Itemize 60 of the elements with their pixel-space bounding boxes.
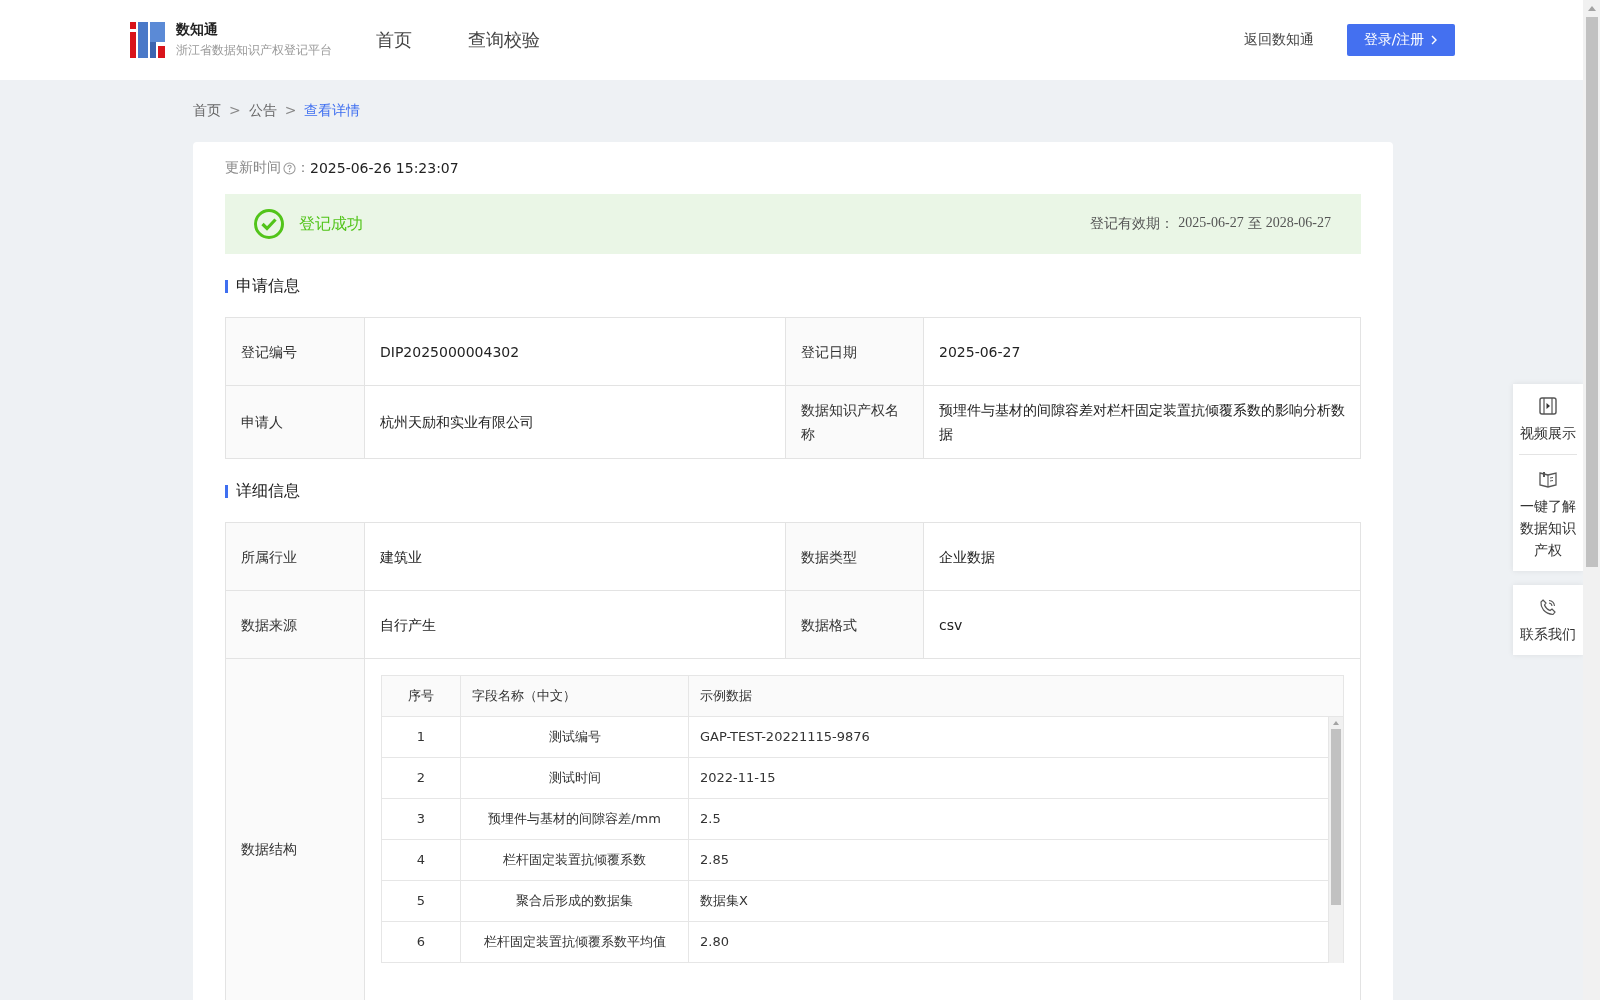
table-cell: 测试时间 [461, 758, 689, 798]
table-cell: 2 [382, 758, 461, 798]
field-label: 数据格式 [786, 591, 924, 659]
section-title: 详细信息 [236, 481, 300, 502]
update-label: 更新时间 [225, 159, 281, 177]
field-value: 企业数据 [924, 523, 1361, 591]
validity-label: 登记有效期： [1090, 215, 1175, 233]
phone-icon [1538, 597, 1558, 617]
side-link[interactable]: 联系我们 [1518, 623, 1578, 645]
film-icon [1538, 396, 1558, 416]
nav-link[interactable]: 查询校验 [468, 28, 540, 52]
login-button[interactable]: 登录/注册 [1347, 24, 1455, 56]
table-cell: 栏杆固定装置抗倾覆系数 [461, 840, 689, 880]
logo-title: 数知通 [176, 21, 219, 39]
logo-subtitle: 浙江省数据知识产权登记平台 [176, 42, 332, 59]
table-cell: 聚合后形成的数据集 [461, 881, 689, 921]
back-link[interactable]: 返回数知通 [1244, 31, 1314, 49]
section-title: 申请信息 [236, 276, 300, 297]
field-label: 所属行业 [226, 523, 365, 591]
table-cell: 栏杆固定装置抗倾覆系数平均值 [461, 922, 689, 962]
book-icon [1538, 469, 1558, 489]
table-cell: 6 [382, 922, 461, 962]
to-label: 至 [1247, 215, 1262, 233]
column-header: 序号 [382, 676, 461, 716]
end-date: 2028-06-27 [1265, 215, 1331, 232]
field-label: 数据类型 [786, 523, 924, 591]
help-icon [283, 161, 296, 175]
breadcrumb-link[interactable]: 首页 [193, 102, 221, 120]
table-cell: 3 [382, 799, 461, 839]
logo-icon [130, 22, 166, 58]
nav-link[interactable]: 首页 [376, 28, 412, 52]
table-cell: 4 [382, 840, 461, 880]
check-circle-icon [253, 208, 285, 240]
column-header: 字段名称（中文） [461, 676, 689, 716]
table-cell: 5 [382, 881, 461, 921]
start-date: 2025-06-27 [1178, 215, 1244, 232]
field-label: 数据来源 [226, 591, 365, 659]
field-value: csv [924, 591, 1361, 659]
column-header: 示例数据 [689, 676, 1344, 716]
field-label: 数据知识产权名称 [786, 386, 924, 459]
breadcrumb-separator: > [284, 102, 297, 120]
field-label: 登记日期 [786, 318, 924, 386]
field-value: 2025-06-27 [924, 318, 1361, 386]
scrollbar[interactable] [1329, 717, 1344, 963]
update-time: 2025-06-26 15:23:07 [310, 160, 459, 176]
field-label: 数据结构 [226, 659, 365, 1000]
breadcrumb-separator: > [229, 102, 241, 120]
status-label: 登记成功 [299, 213, 363, 235]
breadcrumb-link[interactable]: 查看详情 [304, 102, 361, 120]
field-value: 预埋件与基材的间隙容差对栏杆固定装置抗倾覆系数的影响分析数据 [924, 386, 1361, 459]
colon: ： [296, 159, 310, 177]
table-cell: 1 [382, 717, 461, 757]
table-cell: 测试编号 [461, 717, 689, 757]
breadcrumb-link[interactable]: 公告 [248, 102, 277, 120]
side-link[interactable]: 一键了解数据知识产权 [1518, 495, 1578, 561]
table-cell: 预埋件与基材的间隙容差/mm [461, 799, 689, 839]
field-label: 登记编号 [226, 318, 365, 386]
field-label: 申请人 [226, 386, 365, 459]
chevron-icon [1430, 35, 1439, 45]
side-link[interactable]: 视频展示 [1518, 422, 1578, 444]
